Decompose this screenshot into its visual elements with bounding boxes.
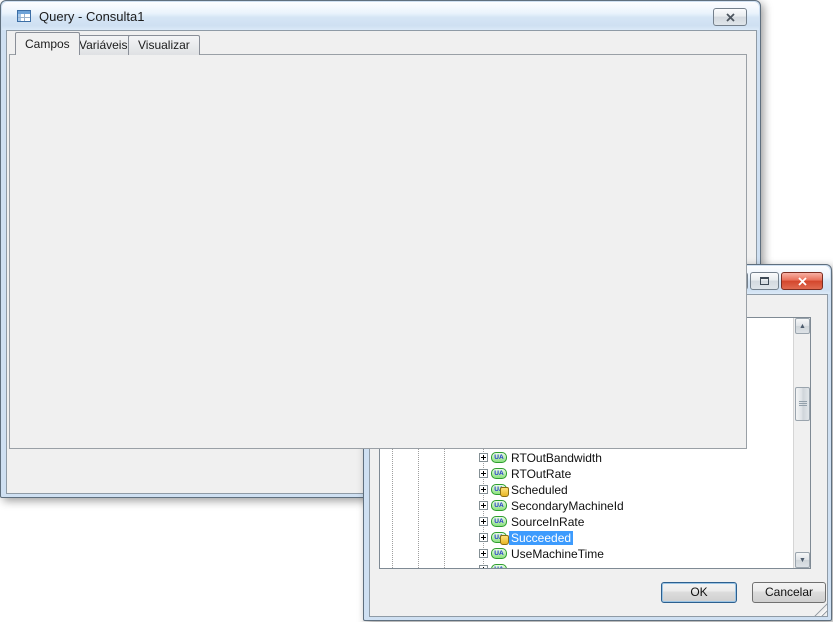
desktop: Query - Consulta1 Campos Variáveis Visua…: [0, 0, 833, 622]
ua-tag-icon: UA: [491, 548, 507, 559]
expand-icon[interactable]: [479, 517, 488, 526]
tree-item-partial[interactable]: UA: [380, 562, 793, 568]
tree-item[interactable]: UA SourceInRate: [380, 514, 793, 530]
expand-icon[interactable]: [479, 469, 488, 478]
tab-campos[interactable]: Campos: [15, 32, 80, 55]
ua-tag-with-badge-icon: UA: [491, 484, 507, 495]
ua-tag-icon: UA: [491, 468, 507, 479]
ua-tag-with-badge-icon: UA: [491, 532, 507, 543]
close-icon: [798, 277, 807, 286]
tree-scrollbar[interactable]: ▲ ▼: [793, 318, 810, 568]
tree-item[interactable]: UA UseMachineTime: [380, 546, 793, 562]
query-window-titlebar[interactable]: Query - Consulta1: [2, 2, 759, 30]
expand-icon[interactable]: [479, 453, 488, 462]
expand-icon[interactable]: [479, 533, 488, 542]
tree-item-selected[interactable]: UA Succeeded: [380, 530, 793, 546]
expand-icon[interactable]: [479, 501, 488, 510]
ok-button[interactable]: OK: [661, 582, 737, 603]
window-title: Query - Consulta1: [39, 9, 145, 24]
close-button[interactable]: [781, 272, 823, 290]
tree-item[interactable]: UA Scheduled: [380, 482, 793, 498]
tree-item[interactable]: UA RTOutRate: [380, 466, 793, 482]
maximize-icon: [760, 277, 769, 285]
expand-icon[interactable]: [479, 565, 488, 568]
ua-tag-icon: UA: [491, 500, 507, 511]
scrollbar-up-icon[interactable]: ▲: [795, 318, 810, 334]
ua-tag-icon: UA: [491, 564, 507, 568]
maximize-button[interactable]: [750, 272, 779, 290]
tab-page-campos: [9, 54, 747, 449]
scrollbar-down-icon[interactable]: ▼: [795, 552, 810, 568]
tree-item[interactable]: UA RTOutBandwidth: [380, 450, 793, 466]
expand-icon[interactable]: [479, 485, 488, 494]
scrollbar-thumb[interactable]: [795, 387, 810, 421]
ua-tag-icon: UA: [491, 452, 507, 463]
tree-item[interactable]: UA SecondaryMachineId: [380, 498, 793, 514]
cancel-button[interactable]: Cancelar: [752, 582, 826, 603]
close-icon: [726, 13, 735, 22]
expand-icon[interactable]: [479, 549, 488, 558]
close-button[interactable]: [713, 8, 747, 26]
query-window: Query - Consulta1 Campos Variáveis Visua…: [0, 0, 761, 498]
tab-visualizar[interactable]: Visualizar: [128, 35, 200, 55]
table-icon: [16, 8, 32, 24]
ua-tag-icon: UA: [491, 516, 507, 527]
